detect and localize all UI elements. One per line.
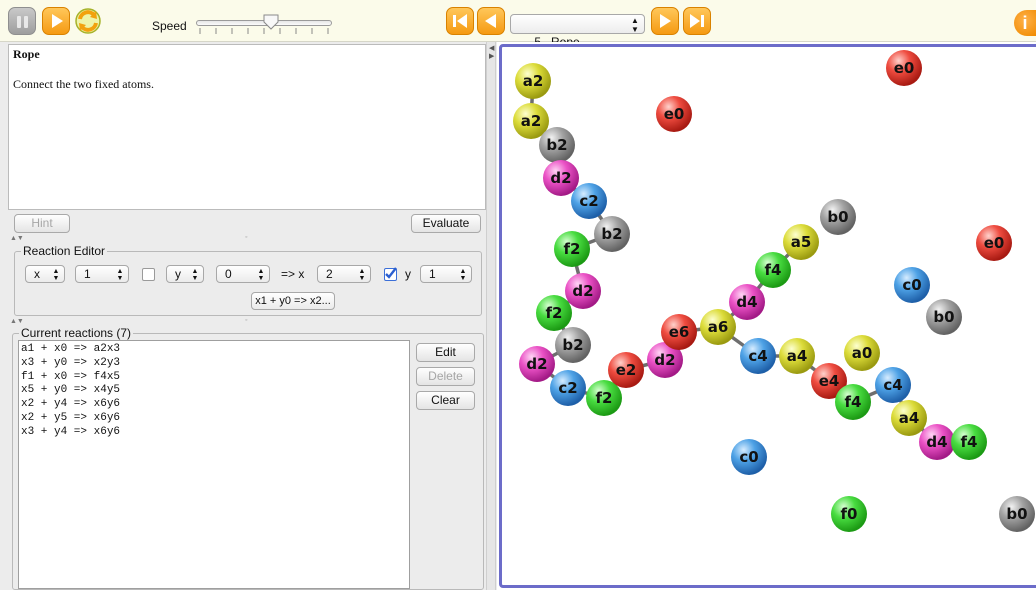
atom-label: c2 [558, 379, 577, 397]
atom-label: b0 [933, 308, 954, 326]
atom-label: a4 [899, 409, 920, 427]
atom-e6[interactable]: e6 [661, 314, 697, 350]
atom-label: f2 [546, 304, 563, 322]
atom-f4[interactable]: f4 [951, 424, 987, 460]
atom-a0[interactable]: a0 [844, 335, 880, 371]
atom-c4[interactable]: c4 [740, 338, 776, 374]
atom-label: b0 [1006, 505, 1027, 523]
atom-label: f0 [841, 505, 858, 523]
atom-label: e6 [669, 323, 690, 341]
atom-label: d2 [654, 351, 675, 369]
atom-f0[interactable]: f0 [831, 496, 867, 532]
atom-label: e4 [819, 372, 840, 390]
atom-label: b0 [827, 208, 848, 226]
atom-d4[interactable]: d4 [729, 284, 765, 320]
atom-label: f4 [961, 433, 978, 451]
atom-label: d4 [926, 433, 947, 451]
atom-e0[interactable]: e0 [656, 96, 692, 132]
atom-b2[interactable]: b2 [594, 216, 630, 252]
atom-label: c4 [883, 376, 902, 394]
atom-label: a6 [708, 318, 729, 336]
atom-c2[interactable]: c2 [550, 370, 586, 406]
atom-a2[interactable]: a2 [515, 63, 551, 99]
atom-label: f2 [596, 389, 613, 407]
atom-b0[interactable]: b0 [999, 496, 1035, 532]
atom-d2[interactable]: d2 [543, 160, 579, 196]
atom-label: d2 [550, 169, 571, 187]
atom-label: a4 [787, 347, 808, 365]
atom-e0[interactable]: e0 [886, 50, 922, 86]
atom-e2[interactable]: e2 [608, 352, 644, 388]
atom-label: e0 [664, 105, 685, 123]
atom-d4[interactable]: d4 [919, 424, 955, 460]
atom-label: c0 [902, 276, 921, 294]
atom-label: a0 [852, 344, 873, 362]
atom-label: b2 [601, 225, 622, 243]
atom-label: e0 [894, 59, 915, 77]
atom-f4[interactable]: f4 [835, 384, 871, 420]
atom-b2[interactable]: b2 [539, 127, 575, 163]
atom-label: d2 [572, 282, 593, 300]
atom-label: f2 [564, 240, 581, 258]
atom-label: f4 [845, 393, 862, 411]
atom-label: e0 [984, 234, 1005, 252]
atom-label: f4 [765, 261, 782, 279]
atom-a4[interactable]: a4 [779, 338, 815, 374]
atom-label: c0 [739, 448, 758, 466]
atom-d2[interactable]: d2 [565, 273, 601, 309]
atom-label: a2 [521, 112, 542, 130]
atom-b2[interactable]: b2 [555, 327, 591, 363]
atom-label: e2 [616, 361, 637, 379]
atom-label: d4 [736, 293, 757, 311]
atom-a5[interactable]: a5 [783, 224, 819, 260]
atom-c0[interactable]: c0 [894, 267, 930, 303]
atom-canvas[interactable]: a2a2b2d2c2b2f2d2f2b2d2c2f2e2d2e6 a6d4f4a5… [0, 0, 1036, 590]
atom-c4[interactable]: c4 [875, 367, 911, 403]
atom-label: a5 [791, 233, 812, 251]
atom-c0[interactable]: c0 [731, 439, 767, 475]
atom-layer: a2a2b2d2c2b2f2d2f2b2d2c2f2e2d2e6 a6d4f4a5… [513, 50, 1035, 532]
atom-label: a2 [523, 72, 544, 90]
atom-b0[interactable]: b0 [820, 199, 856, 235]
atom-f2[interactable]: f2 [554, 231, 590, 267]
atom-label: b2 [546, 136, 567, 154]
atom-b0[interactable]: b0 [926, 299, 962, 335]
atom-label: b2 [562, 336, 583, 354]
atom-a6[interactable]: a6 [700, 309, 736, 345]
atom-label: c4 [748, 347, 767, 365]
atom-a4[interactable]: a4 [891, 400, 927, 436]
atom-f4[interactable]: f4 [755, 252, 791, 288]
atom-f2[interactable]: f2 [586, 380, 622, 416]
atom-c2[interactable]: c2 [571, 183, 607, 219]
atom-d2[interactable]: d2 [519, 346, 555, 382]
atom-f2[interactable]: f2 [536, 295, 572, 331]
atom-e0[interactable]: e0 [976, 225, 1012, 261]
atom-label: c2 [579, 192, 598, 210]
atom-label: d2 [526, 355, 547, 373]
